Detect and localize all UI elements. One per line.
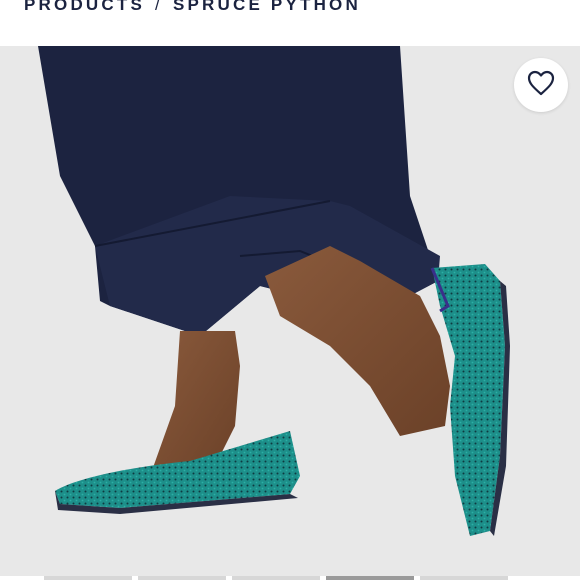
breadcrumb: PRODUCTS / SPRUCE PYTHON bbox=[24, 0, 361, 15]
thumbnail-strip bbox=[0, 576, 580, 580]
header: PRODUCTS / SPRUCE PYTHON bbox=[0, 0, 580, 46]
favorite-button[interactable] bbox=[514, 58, 568, 112]
product-image[interactable] bbox=[0, 46, 580, 576]
product-photo-illustration bbox=[0, 46, 580, 576]
thumbnail[interactable] bbox=[232, 576, 320, 580]
thumbnail[interactable] bbox=[138, 576, 226, 580]
breadcrumb-products-link[interactable]: PRODUCTS bbox=[24, 0, 145, 14]
heart-outline-icon bbox=[527, 70, 555, 101]
breadcrumb-current: SPRUCE PYTHON bbox=[172, 0, 361, 14]
thumbnail[interactable] bbox=[44, 576, 132, 580]
thumbnail[interactable] bbox=[420, 576, 508, 580]
breadcrumb-separator: / bbox=[155, 0, 163, 14]
thumbnail[interactable] bbox=[326, 576, 414, 580]
